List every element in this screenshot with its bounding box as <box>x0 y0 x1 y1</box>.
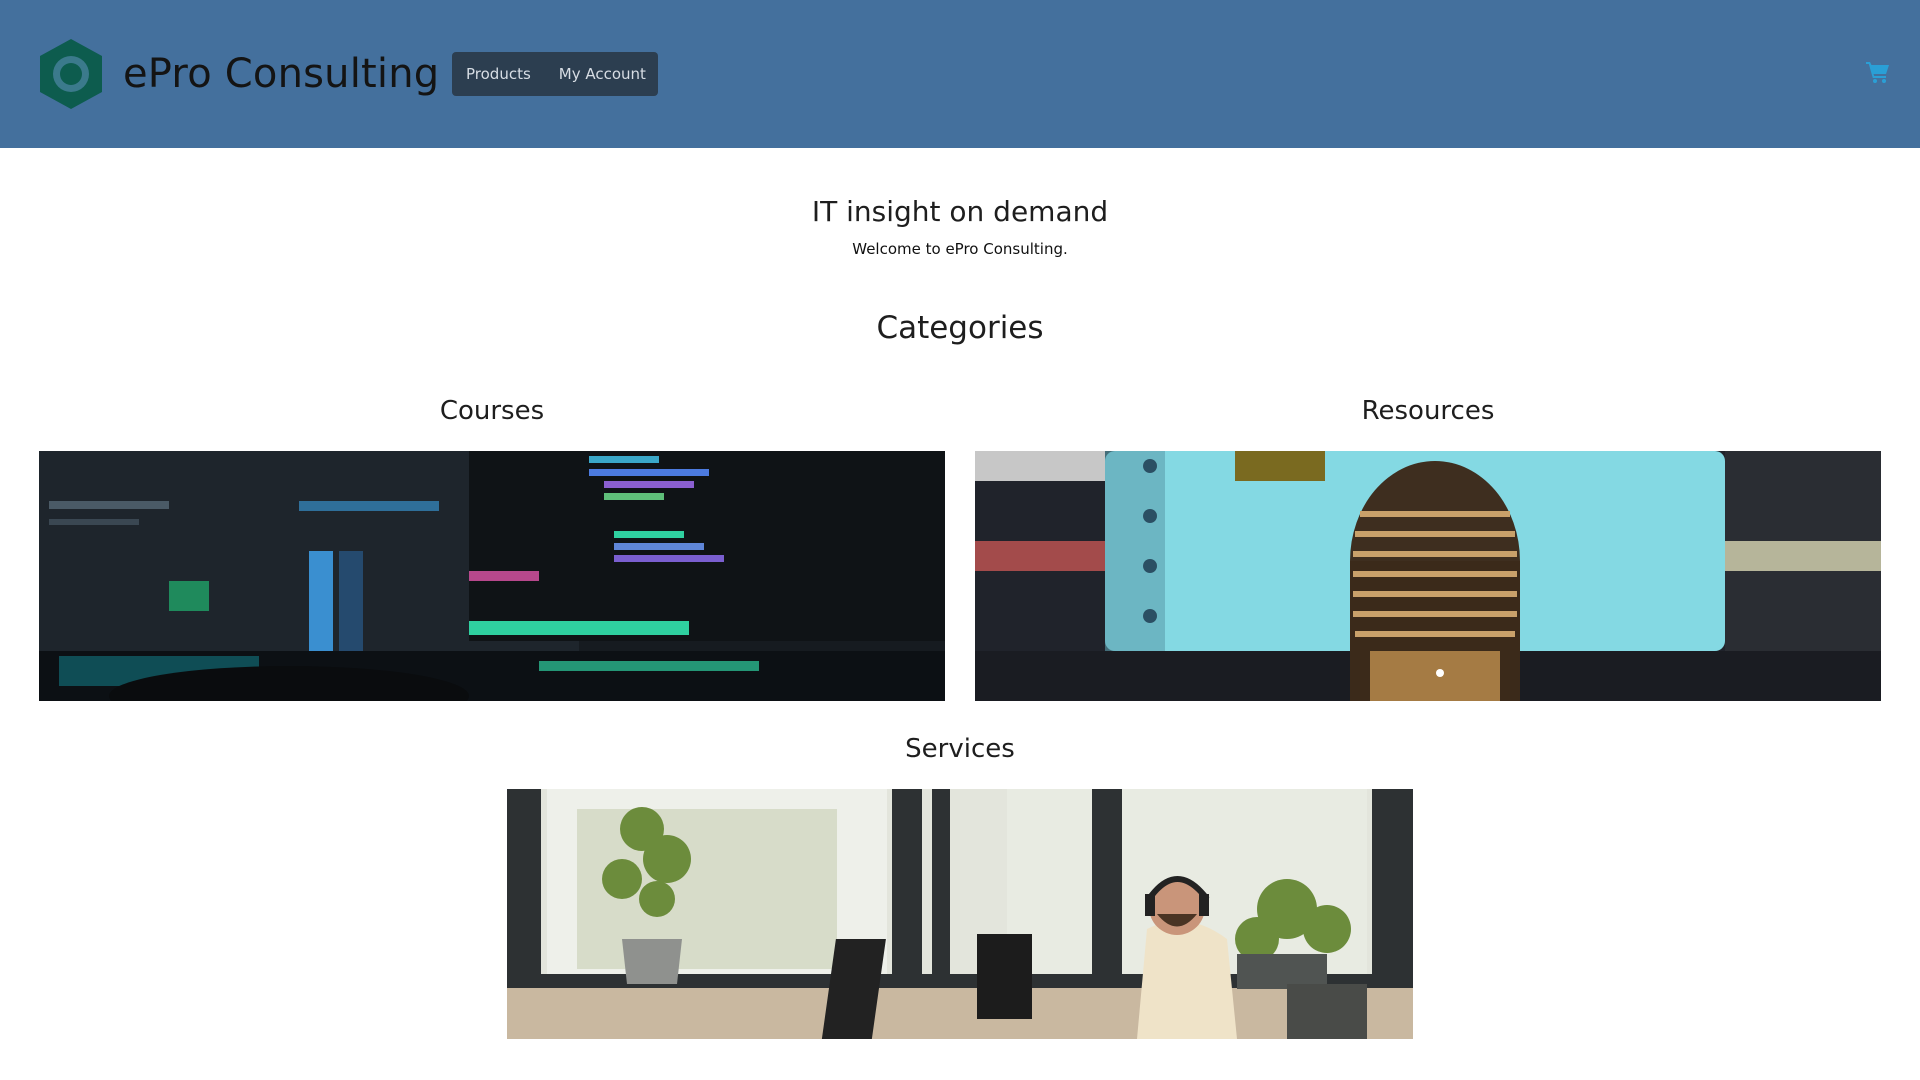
hero-title: IT insight on demand <box>811 195 1109 228</box>
category-image-services[interactable] <box>507 789 1413 1039</box>
services-photo <box>507 789 1413 1039</box>
brand-name[interactable]: ePro Consulting <box>123 48 439 100</box>
category-title-resources[interactable]: Resources <box>975 396 1881 426</box>
shopping-cart-icon[interactable] <box>1866 61 1890 83</box>
hero-subtitle: Welcome to ePro Consulting. <box>852 240 1068 258</box>
resources-photo <box>975 451 1881 701</box>
category-image-courses[interactable] <box>39 451 945 701</box>
category-title-services[interactable]: Services <box>507 734 1413 764</box>
courses-photo <box>39 451 945 701</box>
nav-products[interactable]: Products <box>452 65 545 83</box>
hexagon-ring-icon[interactable] <box>34 37 108 111</box>
main-nav: Products My Account <box>452 52 658 96</box>
category-title-courses[interactable]: Courses <box>39 396 945 426</box>
nav-my-account[interactable]: My Account <box>545 65 660 83</box>
categories-heading: Categories <box>876 310 1044 346</box>
category-image-resources[interactable] <box>975 451 1881 701</box>
site-header: ePro Consulting Products My Account <box>0 0 1920 148</box>
